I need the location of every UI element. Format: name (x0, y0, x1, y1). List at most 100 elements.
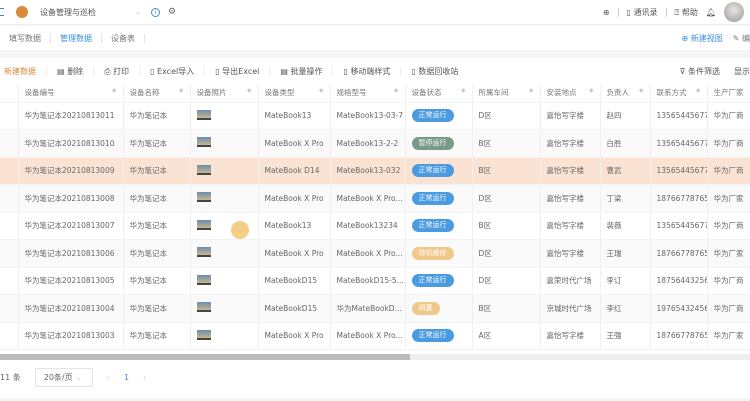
row-checkbox[interactable] (0, 102, 19, 130)
laptop-thumbnail[interactable] (196, 274, 211, 285)
page-size-select[interactable]: 20条/页 ⌄ (34, 368, 93, 387)
sort-icon[interactable]: ◆ (179, 87, 184, 94)
table-row[interactable]: 华为笔记本20210813007 华为笔记本 MateBook13 MateBo… (0, 212, 750, 240)
row-checkbox[interactable] (0, 212, 19, 240)
column-header[interactable]: 联系方式 ◆ (650, 84, 708, 103)
table-row[interactable]: 华为笔记本20210813010 华为笔记本 MateBook X Pro Ma… (0, 129, 750, 158)
laptop-thumbnail[interactable] (196, 302, 211, 313)
device-status: 待机维修 (405, 239, 473, 268)
column-header[interactable]: 负责人 ◆ (600, 84, 651, 103)
phone: 18766778765 (650, 322, 708, 350)
avatar[interactable] (724, 2, 744, 22)
device-photo[interactable] (190, 322, 259, 350)
column-header[interactable]: 生产厂家 (707, 84, 750, 103)
export-excel-button[interactable]: ▯ 导出Excel (205, 66, 271, 76)
sort-icon[interactable]: ◆ (319, 87, 324, 94)
column-header[interactable]: 所属车间 ◆ (472, 84, 541, 103)
laptop-thumbnail[interactable] (196, 137, 211, 148)
sort-icon[interactable]: ◆ (394, 87, 399, 94)
row-checkbox[interactable] (0, 184, 19, 213)
sort-icon[interactable]: ◆ (589, 87, 594, 94)
batch-button[interactable]: ▤ 批量操作 (270, 66, 334, 76)
laptop-thumbnail[interactable] (196, 192, 211, 203)
device-id: 华为笔记本20210813008 (18, 184, 124, 213)
device-spec: 华为MateBookD... (330, 294, 406, 323)
phone: 18766778765 (650, 239, 708, 268)
column-header[interactable]: 设备名称 ◆ (123, 84, 191, 103)
column-header[interactable]: 规格型号 ◆ (330, 84, 406, 103)
table-row[interactable]: 华为笔记本20210813005 华为笔记本 MateBookD15 MateB… (0, 267, 750, 295)
scrollbar-thumb[interactable] (0, 354, 410, 360)
new-data-button[interactable]: 新建数据 (0, 66, 47, 76)
tab-device-table[interactable]: 设备表 (102, 33, 145, 43)
column-header[interactable]: 安装地点 ◆ (540, 84, 601, 103)
sort-icon[interactable]: ◆ (461, 87, 466, 94)
contacts-button[interactable]: ▯ 通讯录 (627, 7, 658, 18)
column-header[interactable]: 设备状态 ◆ (405, 84, 473, 103)
column-header[interactable]: 设备编号 ◆ (18, 84, 124, 103)
sort-icon[interactable]: ◆ (112, 87, 117, 94)
row-checkbox[interactable] (0, 267, 19, 295)
row-checkbox[interactable] (0, 322, 19, 350)
table-row[interactable]: 华为笔记本20210813008 华为笔记本 MateBook X Pro Ma… (0, 184, 750, 213)
device-photo[interactable] (190, 157, 259, 185)
menu-icon[interactable] (0, 8, 4, 16)
recycle-bin-button[interactable]: ▯ 数据回收站 (401, 67, 468, 76)
laptop-thumbnail[interactable] (196, 247, 211, 258)
table-row[interactable]: 华为笔记本20210813011 华为笔记本 MateBook13 MateBo… (0, 102, 750, 130)
column-header[interactable]: 设备类型 ◆ (258, 84, 331, 103)
gear-icon[interactable]: ⚙ (168, 7, 176, 17)
device-photo[interactable] (190, 239, 259, 268)
device-status: 正常运行 (405, 184, 473, 213)
device-photo[interactable] (190, 267, 259, 295)
row-checkbox[interactable] (0, 129, 19, 158)
table-row[interactable]: 华为笔记本20210813003 华为笔记本 MateBook X Pro Ma… (0, 322, 750, 350)
excel-import-button[interactable]: ▯ Excel导入 (140, 66, 206, 76)
bell-icon[interactable]: 🔔︎ (706, 8, 716, 17)
column-header[interactable]: 设备照片 ◆ (190, 84, 259, 103)
device-photo[interactable] (190, 294, 259, 323)
row-checkbox[interactable] (0, 239, 19, 268)
row-checkbox[interactable] (0, 157, 19, 185)
sort-icon[interactable]: ◆ (639, 87, 644, 94)
device-photo[interactable] (190, 184, 259, 213)
horizontal-scrollbar[interactable] (0, 354, 750, 360)
device-spec: MateBook X Pro... (330, 322, 406, 350)
edit-button[interactable]: ✎ 编 (733, 33, 750, 44)
next-page-icon[interactable]: › (143, 373, 146, 382)
add-icon[interactable]: ⊕ (603, 8, 610, 17)
help-button[interactable]: ⍰ 帮助 (675, 7, 698, 18)
tab-manage-data[interactable]: 管理数据 (51, 33, 102, 43)
display-button[interactable]: 显示 (734, 66, 750, 77)
delete-button[interactable]: ▤ 删除 (47, 66, 95, 76)
chevron-down-icon[interactable]: ⌄ (135, 8, 141, 16)
workshop: B区 (472, 212, 541, 240)
tab-fill-data[interactable]: 填写数据 (0, 33, 51, 43)
table-row[interactable]: 华为笔记本20210813006 华为笔记本 MateBook X Pro Ma… (0, 239, 750, 268)
laptop-thumbnail[interactable] (196, 109, 211, 120)
laptop-thumbnail[interactable] (196, 219, 211, 230)
laptop-thumbnail[interactable] (196, 164, 211, 175)
device-photo[interactable] (190, 129, 259, 158)
prev-page-icon[interactable]: ‹ (107, 373, 110, 382)
sort-icon[interactable]: ◆ (529, 87, 534, 94)
print-button[interactable]: ⎙ 打印 (94, 66, 141, 76)
sort-icon[interactable]: ◆ (247, 87, 252, 94)
device-id: 华为笔记本20210813004 (18, 294, 124, 323)
filter-button[interactable]: ⊽ 条件筛选 (680, 66, 720, 77)
table-row[interactable]: 华为笔记本20210813009 华为笔记本 MateBook D14 Mate… (0, 157, 750, 185)
new-view-button[interactable]: ⊕ 新建视图 (682, 33, 723, 44)
mobile-style-button[interactable]: ▯ 移动端样式 (333, 66, 402, 76)
row-checkbox[interactable] (0, 294, 19, 323)
info-icon[interactable]: i (150, 7, 160, 17)
location: 嘉怡写字楼 (540, 212, 601, 240)
device-name: 华为笔记本 (123, 102, 191, 130)
phone: 19765432456 (650, 294, 708, 323)
page-number[interactable]: 1 (124, 373, 129, 382)
select-all[interactable] (0, 84, 19, 103)
table-row[interactable]: 华为笔记本20210813004 华为笔记本 MateBookD15 华为Mat… (0, 294, 750, 323)
device-photo[interactable] (190, 102, 259, 130)
laptop-thumbnail[interactable] (196, 329, 211, 340)
sort-icon[interactable]: ◆ (696, 87, 701, 94)
device-status: 正常运行 (405, 157, 473, 185)
